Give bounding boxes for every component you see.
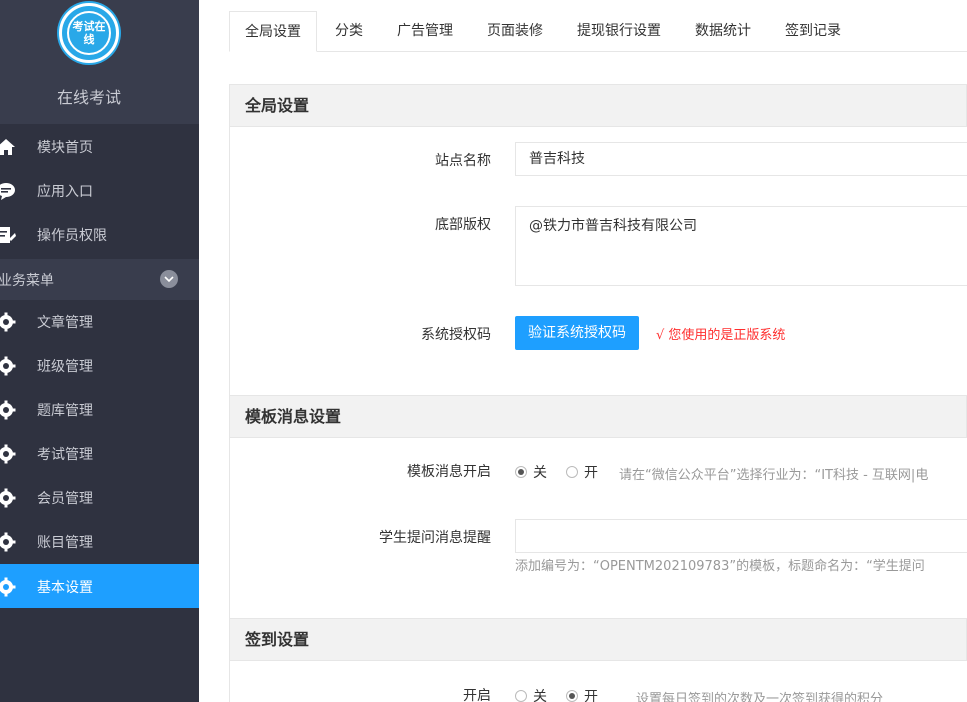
license-label: 系统授权码 — [421, 327, 491, 343]
gear-icon — [0, 400, 16, 420]
tab-statistics[interactable]: 数据统计 — [695, 11, 751, 52]
tab-checkin-records[interactable]: 签到记录 — [785, 11, 841, 52]
section-title-global: 全局设置 — [229, 84, 967, 127]
settings-tabs: 全局设置 分类 广告管理 页面装修 提现银行设置 数据统计 签到记录 — [229, 11, 967, 52]
checkin-radio-on[interactable]: 开 — [566, 686, 598, 702]
checkin-enable-label: 开启 — [463, 688, 491, 702]
sidebar: 考试在线 在线考试 模块首页 应用入口 操作员权限 业务菜单 文章管理 班级管理… — [0, 0, 199, 702]
radio-icon — [566, 690, 578, 702]
radio-icon — [515, 466, 527, 478]
sidebar-item-operator-permissions[interactable]: 操作员权限 — [0, 212, 199, 256]
gear-icon — [0, 532, 16, 552]
chevron-down-icon — [160, 270, 178, 288]
sidebar-item-label: 考试管理 — [37, 447, 93, 463]
gear-icon — [0, 488, 16, 508]
section-title-template: 模板消息设置 — [229, 395, 967, 438]
edit-icon — [0, 227, 16, 243]
sidebar-item-exam-management[interactable]: 考试管理 — [0, 431, 199, 475]
copyright-label: 底部版权 — [435, 217, 491, 233]
template-enable-hint: 请在“微信公众平台”选择行业为：“IT科技 - 互联网|电 — [619, 468, 929, 483]
section-title-checkin: 签到设置 — [229, 618, 967, 661]
site-name-label: 站点名称 — [435, 153, 491, 169]
tab-global-settings[interactable]: 全局设置 — [229, 11, 317, 52]
gear-icon — [0, 312, 16, 332]
question-reminder-input[interactable] — [515, 519, 967, 553]
verify-license-button[interactable]: 验证系统授权码 — [515, 316, 639, 350]
radio-label: 开 — [584, 689, 598, 702]
tab-category[interactable]: 分类 — [335, 11, 363, 52]
sidebar-item-label: 账目管理 — [37, 535, 93, 551]
gear-icon — [0, 356, 16, 376]
chat-icon — [0, 183, 15, 200]
gear-icon — [0, 444, 16, 464]
logo-text: 考试在线 — [67, 11, 111, 55]
radio-label: 关 — [533, 689, 547, 702]
question-reminder-hint: 添加编号为：“OPENTM202109783”的模板，标题命名为：“学生提问 — [515, 559, 925, 574]
site-name-input[interactable]: 普吉科技 — [515, 142, 967, 176]
template-radio-on[interactable]: 开 — [566, 462, 598, 482]
checkin-radio-off[interactable]: 关 — [515, 686, 547, 702]
brand-area: 考试在线 在线考试 — [0, 0, 199, 124]
sidebar-item-label: 题库管理 — [37, 403, 93, 419]
sidebar-item-basic-settings[interactable]: 基本设置 — [0, 564, 199, 608]
copyright-textarea[interactable]: @铁力市普吉科技有限公司 — [515, 206, 967, 286]
logo: 考试在线 — [59, 3, 119, 63]
checkin-enable-hint: 设置每日签到的次数及一次签到获得的积分 — [636, 692, 884, 702]
question-reminder-label: 学生提问消息提醒 — [379, 530, 491, 546]
tab-ad-management[interactable]: 广告管理 — [397, 11, 453, 52]
radio-icon — [566, 466, 578, 478]
sidebar-item-account-management[interactable]: 账目管理 — [0, 519, 199, 563]
sidebar-item-label: 会员管理 — [37, 491, 93, 507]
sidebar-group-business-menu[interactable]: 业务菜单 — [0, 259, 199, 300]
sidebar-item-label: 班级管理 — [37, 359, 93, 375]
sidebar-item-label: 文章管理 — [37, 315, 93, 331]
gear-icon — [0, 577, 16, 597]
sidebar-item-app-entry[interactable]: 应用入口 — [0, 168, 199, 212]
sidebar-item-class-management[interactable]: 班级管理 — [0, 343, 199, 387]
tab-page-decoration[interactable]: 页面装修 — [487, 11, 543, 52]
home-icon — [0, 139, 15, 155]
sidebar-item-label: 基本设置 — [37, 580, 93, 596]
tab-withdraw-bank[interactable]: 提现银行设置 — [577, 11, 661, 52]
sidebar-item-article-management[interactable]: 文章管理 — [0, 299, 199, 343]
sidebar-item-label: 模块首页 — [37, 140, 93, 156]
license-status: √ 您使用的是正版系统 — [656, 328, 786, 343]
radio-label: 开 — [584, 465, 598, 481]
sidebar-item-question-bank[interactable]: 题库管理 — [0, 387, 199, 431]
brand-name: 在线考试 — [56, 88, 121, 107]
sidebar-item-label: 操作员权限 — [37, 228, 107, 244]
sidebar-item-label: 应用入口 — [37, 184, 93, 200]
template-radio-off[interactable]: 关 — [515, 462, 547, 482]
sidebar-item-module-home[interactable]: 模块首页 — [0, 124, 199, 168]
radio-label: 关 — [533, 465, 547, 481]
sidebar-item-member-management[interactable]: 会员管理 — [0, 475, 199, 519]
template-enable-label: 模板消息开启 — [407, 464, 491, 480]
sidebar-group-label: 业务菜单 — [0, 273, 54, 289]
radio-icon — [515, 690, 527, 702]
